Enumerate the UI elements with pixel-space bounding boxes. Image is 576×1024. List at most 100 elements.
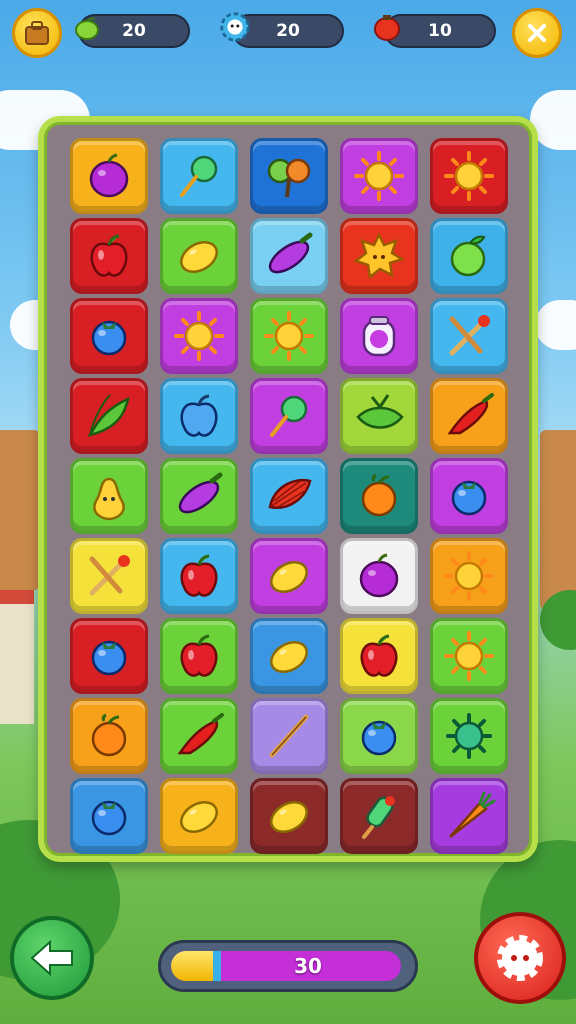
cherry-icon xyxy=(267,158,311,198)
apple-icon xyxy=(180,634,218,677)
tile-r4-c3[interactable] xyxy=(340,458,418,534)
house-left xyxy=(0,590,34,724)
tile-r7-c2[interactable] xyxy=(250,698,328,774)
sun-icon xyxy=(444,151,494,201)
gem-count: 20 xyxy=(276,21,300,41)
lantern-icon xyxy=(370,10,404,44)
bag-icon xyxy=(25,21,49,45)
fan-icon xyxy=(268,478,312,509)
tile-r1-c4[interactable] xyxy=(430,218,508,294)
level-progress-bar: 30 xyxy=(158,940,418,992)
hut-left xyxy=(0,430,40,590)
tile-r7-c0[interactable] xyxy=(70,698,148,774)
gear-icon xyxy=(497,935,543,981)
tile-r4-c4[interactable] xyxy=(430,458,508,534)
bag-button[interactable] xyxy=(12,8,62,58)
close-button[interactable] xyxy=(512,8,562,58)
hut-right xyxy=(540,430,576,610)
tile-r3-c3[interactable] xyxy=(340,378,418,454)
tile-r1-c2[interactable] xyxy=(250,218,328,294)
blue-apple-icon xyxy=(180,394,218,437)
tile-r0-c4[interactable] xyxy=(430,138,508,214)
urchin-icon xyxy=(446,713,492,759)
tile-r0-c2[interactable] xyxy=(250,138,328,214)
sticks-icon xyxy=(449,315,490,356)
chili-icon xyxy=(177,713,224,755)
chili-icon xyxy=(447,393,494,435)
sticks-icon xyxy=(89,555,130,596)
tile-r8-c2[interactable] xyxy=(250,778,328,854)
tile-r2-c2[interactable] xyxy=(250,298,328,374)
blueberry-icon xyxy=(451,480,487,516)
apple-icon xyxy=(90,234,128,277)
tile-r3-c0[interactable] xyxy=(70,378,148,454)
tile-r1-c3[interactable] xyxy=(340,218,418,294)
tile-r6-c3[interactable] xyxy=(340,618,418,694)
tile-r7-c3[interactable] xyxy=(340,698,418,774)
leaves-icon xyxy=(87,394,130,437)
eggplant-icon xyxy=(178,472,223,514)
lime-icon xyxy=(70,12,104,46)
lemon-icon xyxy=(270,801,308,833)
plum-icon xyxy=(359,553,399,598)
sun-icon xyxy=(264,311,314,361)
tile-r8-c1[interactable] xyxy=(160,778,238,854)
tile-r2-c1[interactable] xyxy=(160,298,238,374)
tile-r5-c2[interactable] xyxy=(250,538,328,614)
game-board xyxy=(38,116,538,862)
progress-label: 30 xyxy=(294,954,322,978)
blueberry-icon xyxy=(91,320,127,356)
tile-r4-c1[interactable] xyxy=(160,458,238,534)
tile-r0-c0[interactable] xyxy=(70,138,148,214)
apple-icon xyxy=(360,634,398,677)
lemon-icon xyxy=(270,561,308,593)
sun-icon xyxy=(354,151,404,201)
green-apple-icon xyxy=(450,235,486,277)
tile-r0-c1[interactable] xyxy=(160,138,238,214)
lantern-count: 10 xyxy=(428,21,452,41)
tile-r4-c0[interactable] xyxy=(70,458,148,534)
lemon-icon xyxy=(180,241,218,273)
lemon-icon xyxy=(270,641,308,673)
tile-r2-c3[interactable] xyxy=(340,298,418,374)
orange-icon xyxy=(91,713,127,757)
blueberry-icon xyxy=(91,800,127,836)
stick-icon xyxy=(269,714,309,758)
settings-button[interactable] xyxy=(474,912,566,1004)
tile-r5-c3[interactable] xyxy=(340,538,418,614)
tile-r5-c4[interactable] xyxy=(430,538,508,614)
back-button[interactable] xyxy=(10,916,94,1000)
blueberry-icon xyxy=(361,720,397,756)
leaf-sun-icon xyxy=(353,232,405,280)
tile-r8-c4[interactable] xyxy=(430,778,508,854)
tile-r6-c2[interactable] xyxy=(250,618,328,694)
tile-r5-c0[interactable] xyxy=(70,538,148,614)
back-arrow-icon xyxy=(30,939,73,977)
tile-r3-c1[interactable] xyxy=(160,378,238,454)
tile-r3-c2[interactable] xyxy=(250,378,328,454)
tile-r3-c4[interactable] xyxy=(430,378,508,454)
carrot-icon xyxy=(449,791,496,838)
tile-r2-c0[interactable] xyxy=(70,298,148,374)
lemon-icon xyxy=(180,801,218,833)
tile-r1-c1[interactable] xyxy=(160,218,238,294)
plum-icon xyxy=(89,153,129,198)
tile-r1-c0[interactable] xyxy=(70,218,148,294)
tile-r6-c1[interactable] xyxy=(160,618,238,694)
orange-icon xyxy=(361,473,397,517)
leaf-icon xyxy=(356,394,404,429)
tile-r2-c4[interactable] xyxy=(430,298,508,374)
sun-icon xyxy=(444,551,494,601)
tile-r4-c2[interactable] xyxy=(250,458,328,534)
cloud xyxy=(535,300,576,350)
tile-r8-c3[interactable] xyxy=(340,778,418,854)
tile-r0-c3[interactable] xyxy=(340,138,418,214)
tile-r8-c0[interactable] xyxy=(70,778,148,854)
tile-r7-c1[interactable] xyxy=(160,698,238,774)
tile-r7-c4[interactable] xyxy=(430,698,508,774)
tile-r5-c1[interactable] xyxy=(160,538,238,614)
sun-icon xyxy=(174,311,224,361)
lollipop-icon xyxy=(270,395,308,437)
tile-r6-c4[interactable] xyxy=(430,618,508,694)
tile-r6-c0[interactable] xyxy=(70,618,148,694)
